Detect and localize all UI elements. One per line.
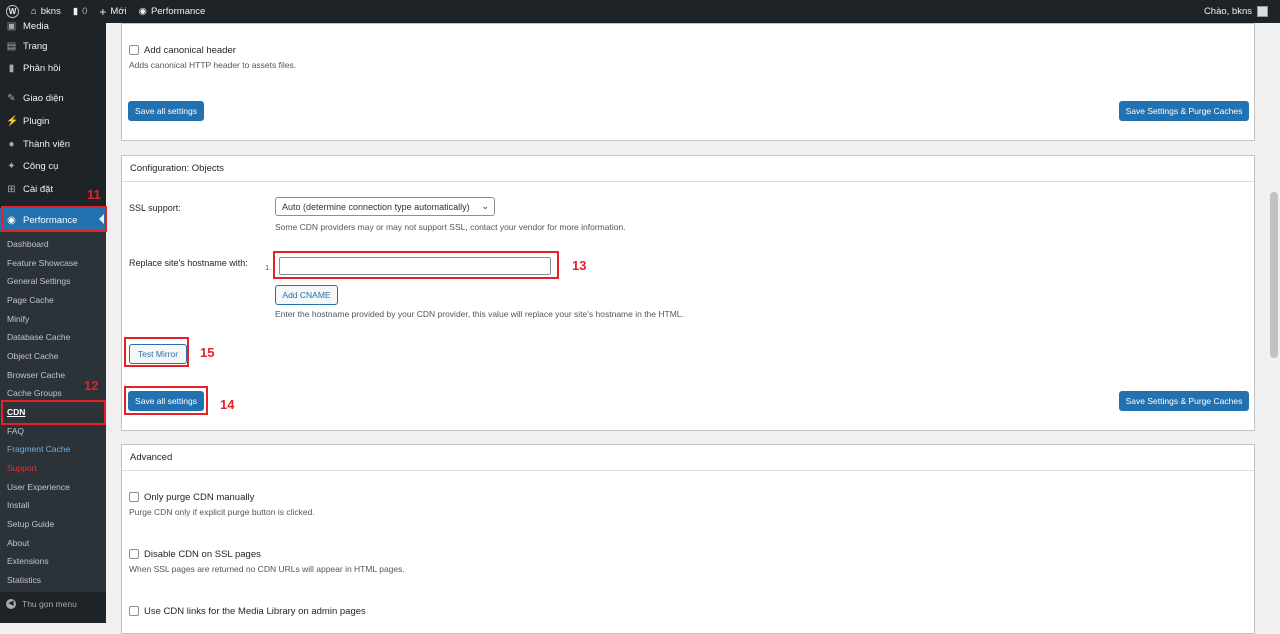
annotation-box-cdn <box>1 400 106 425</box>
submenu-object-cache[interactable]: Object Cache <box>7 349 59 363</box>
chevron-down-icon: ⌄ <box>481 201 489 211</box>
ssl-selected-value: Auto (determine connection type automati… <box>282 201 470 212</box>
add-cname-button[interactable]: Add CNAME <box>275 285 338 305</box>
panel-general-options: Add canonical header Adds canonical HTTP… <box>121 23 1255 141</box>
sidebar-item-label: Cài đặt <box>23 183 54 195</box>
save-purge-caches-button[interactable]: Save Settings & Purge Caches <box>1119 391 1249 411</box>
submenu-minify[interactable]: Minify <box>7 312 29 326</box>
panel-configuration-objects: Configuration: Objects SSL support: Auto… <box>121 155 1255 431</box>
submenu-statistics[interactable]: Statistics <box>7 573 41 587</box>
submenu-database-cache[interactable]: Database Cache <box>7 330 70 344</box>
sidebar-item-trang[interactable]: ▤ Trang <box>0 35 106 57</box>
plugin-icon: ⚡ <box>6 115 19 127</box>
performance-icon: ◉ <box>138 6 147 17</box>
sidebar-item-plugin[interactable]: ⚡ Plugin <box>0 110 106 132</box>
submenu-about[interactable]: About <box>7 536 29 550</box>
annotation-box-test-mirror <box>124 337 189 367</box>
annotation-box-performance <box>1 206 107 232</box>
only-purge-cdn-manually-description: Purge CDN only if explicit purge button … <box>129 507 315 517</box>
annotation-box-save <box>124 386 208 415</box>
submenu-fragment-cache[interactable]: Fragment Cache <box>7 442 70 456</box>
comment-icon: ▮ <box>8 62 15 74</box>
disable-cdn-ssl-description: When SSL pages are returned no CDN URLs … <box>129 564 405 574</box>
user-icon: ● <box>8 138 15 150</box>
submenu-setup-guide[interactable]: Setup Guide <box>7 517 54 531</box>
brush-icon: ✎ <box>7 92 16 104</box>
ssl-support-select[interactable]: Auto (determine connection type automati… <box>275 197 495 216</box>
submenu-user-experience[interactable]: User Experience <box>7 480 70 494</box>
hostname-description: Enter the hostname provided by your CDN … <box>275 309 684 319</box>
submenu-install[interactable]: Install <box>7 498 29 512</box>
submenu-page-cache[interactable]: Page Cache <box>7 293 54 307</box>
submenu-feature-showcase[interactable]: Feature Showcase <box>7 256 78 270</box>
hostname-index: 1. <box>265 263 272 272</box>
annotation-label-11: 11 <box>87 187 101 202</box>
avatar <box>1257 6 1268 17</box>
my-account[interactable]: Chào, bkns <box>1204 6 1280 17</box>
annotation-label-12: 12 <box>84 378 99 393</box>
sidebar-item-label: Công cụ <box>23 160 59 172</box>
cdn-media-library-checkbox[interactable] <box>129 606 139 616</box>
submenu-general-settings[interactable]: General Settings <box>7 274 70 288</box>
collapse-menu-button[interactable]: ◀ Thu gọn menu <box>6 599 77 609</box>
admin-bar: W ⌂ bkns ▮ 0 + Mới ◉ Performance Chào, bkns <box>0 0 1280 23</box>
sidebar-item-label: Thành viên <box>23 138 71 150</box>
submenu-extensions[interactable]: Extensions <box>7 554 49 568</box>
sidebar-item-label: Trang <box>23 40 48 52</box>
wrench-icon: ✦ <box>7 160 16 172</box>
canonical-header-label: Add canonical header <box>144 45 236 56</box>
panel-title: Advanced <box>122 445 1254 471</box>
only-purge-cdn-manually-checkbox[interactable] <box>129 492 139 502</box>
canonical-header-checkbox[interactable] <box>129 45 139 55</box>
sidebar-item-phan-hoi[interactable]: ▮ Phản hồi <box>0 57 106 79</box>
save-all-settings-button[interactable]: Save all settings <box>128 101 204 121</box>
panel-advanced: Advanced Only purge CDN manually Purge C… <box>121 444 1255 634</box>
media-icon: ▣ <box>6 20 17 32</box>
annotation-label-13: 13 <box>572 258 587 273</box>
submenu-browser-cache[interactable]: Browser Cache <box>7 368 65 382</box>
only-purge-cdn-manually-label: Only purge CDN manually <box>144 492 255 503</box>
collapse-label: Thu gọn menu <box>22 599 77 609</box>
new-label: Mới <box>110 6 127 17</box>
sidebar-item-media[interactable]: ▣ Media <box>0 15 106 37</box>
admin-sidebar: ▣ Media ▤ Trang ▮ Phản hồi ✎ Giao diện ⚡ Plug… <box>0 21 106 623</box>
submenu-faq[interactable]: FAQ <box>7 424 24 438</box>
sidebar-item-label: Media <box>23 20 49 32</box>
greeting: Chào, bkns <box>1203 6 1252 17</box>
sidebar-item-label: Phản hồi <box>23 62 61 74</box>
sidebar-item-thanh-vien[interactable]: ● Thành viên <box>0 133 106 155</box>
annotation-box-hostname <box>273 251 559 279</box>
ssl-support-description: Some CDN providers may or may not suppor… <box>275 222 626 232</box>
cdn-media-library-label: Use CDN links for the Media Library on a… <box>144 606 366 617</box>
hostname-label: Replace site's hostname with: <box>129 258 248 268</box>
canonical-header-description: Adds canonical HTTP header to assets fil… <box>129 60 297 70</box>
annotation-label-15: 15 <box>200 345 215 360</box>
annotation-label-14: 14 <box>220 397 235 412</box>
performance-adminbar-link[interactable]: ◉ Performance <box>133 0 212 23</box>
sidebar-item-label: Plugin <box>23 115 50 127</box>
sidebar-item-cong-cu[interactable]: ✦ Công cụ <box>0 155 106 177</box>
panel-title: Configuration: Objects <box>122 156 1254 182</box>
page-icon: ▤ <box>6 40 17 52</box>
disable-cdn-ssl-label: Disable CDN on SSL pages <box>144 549 261 560</box>
performance-label: Performance <box>150 6 206 17</box>
collapse-arrow-icon: ◀ <box>6 599 16 609</box>
save-purge-caches-button[interactable]: Save Settings & Purge Caches <box>1119 101 1249 121</box>
scrollbar-thumb[interactable] <box>1270 192 1278 358</box>
submenu-support[interactable]: Support <box>7 461 37 475</box>
sidebar-item-label: Giao diện <box>23 92 64 104</box>
disable-cdn-ssl-checkbox[interactable] <box>129 549 139 559</box>
submenu-cache-groups[interactable]: Cache Groups <box>7 386 62 400</box>
submenu-dashboard[interactable]: Dashboard <box>7 237 49 251</box>
sidebar-item-giao-dien[interactable]: ✎ Giao diện <box>0 87 106 109</box>
ssl-support-label: SSL support: <box>129 203 181 213</box>
settings-icon: ⊞ <box>7 183 16 195</box>
